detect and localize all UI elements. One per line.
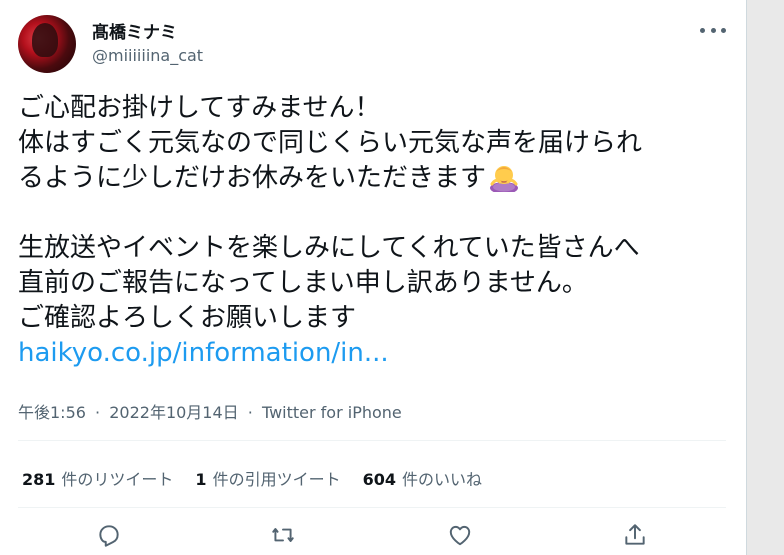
meta-separator: ·	[247, 403, 253, 422]
avatar[interactable]	[18, 15, 76, 73]
tweet-line: 生放送やイベントを楽しみにしてくれていた皆さんへ	[18, 233, 640, 263]
reply-icon[interactable]	[96, 522, 124, 550]
tweet-meta: 午後1:56 · 2022年10月14日 · Twitter for iPhon…	[18, 399, 402, 423]
retweet-icon[interactable]	[270, 522, 298, 550]
display-name[interactable]: 髙橋ミナミ	[92, 18, 177, 43]
tweet-line: 体はすごく元気なので同じくらい元気な声を届けられ	[18, 128, 643, 158]
share-icon[interactable]	[622, 522, 650, 550]
likes-label: 件のいいね	[401, 470, 482, 489]
tweet-line: ご確認よろしくお願いします	[18, 303, 357, 333]
quotes-stat[interactable]: 1 件の引用ツイート	[195, 466, 340, 490]
tweet-link[interactable]: haikyo.co.jp/information/in...	[18, 338, 389, 368]
retweets-count: 281	[22, 470, 56, 489]
tweet-actions	[18, 520, 726, 552]
tweet-stats: 281 件のリツイート 1 件の引用ツイート 604 件のいいね	[22, 466, 504, 490]
quotes-label: 件の引用ツイート	[212, 470, 341, 489]
avatar-figure	[32, 23, 58, 57]
user-handle[interactable]: @miiiiiina_cat	[92, 46, 203, 65]
tweet-line: ご心配お掛けしてすみません！	[18, 93, 381, 123]
tweet-time[interactable]: 午後1:56	[18, 403, 86, 422]
tweet-source[interactable]: Twitter for iPhone	[262, 403, 402, 422]
meta-separator: ·	[95, 403, 101, 422]
quotes-count: 1	[195, 470, 207, 489]
tweet-text: ご心配お掛けしてすみません！ 体はすごく元気なので同じくらい元気な声を届けられ …	[18, 91, 733, 371]
tweet-line-text: るように少しだけお休みをいただきます	[18, 163, 487, 193]
likes-stat[interactable]: 604 件のいいね	[363, 466, 482, 490]
person-bowing-emoji	[490, 166, 519, 192]
likes-count: 604	[362, 470, 396, 489]
retweets-label: 件のリツイート	[61, 470, 174, 489]
divider	[18, 507, 726, 508]
heart-icon[interactable]	[447, 522, 475, 550]
tweet-card: 髙橋ミナミ @miiiiiina_cat ご心配お掛けしてすみません！ 体はすご…	[0, 0, 747, 555]
tweet-link-line: haikyo.co.jp/information/in...	[18, 336, 733, 371]
tweet-line: るように少しだけお休みをいただきます	[18, 161, 733, 196]
more-dots-icon[interactable]	[700, 20, 726, 40]
tweet-date[interactable]: 2022年10月14日	[109, 403, 238, 422]
tweet-line: 直前のご報告になってしまい申し訳ありません。	[18, 268, 588, 298]
retweets-stat[interactable]: 281 件のリツイート	[22, 466, 173, 490]
divider	[18, 440, 726, 441]
